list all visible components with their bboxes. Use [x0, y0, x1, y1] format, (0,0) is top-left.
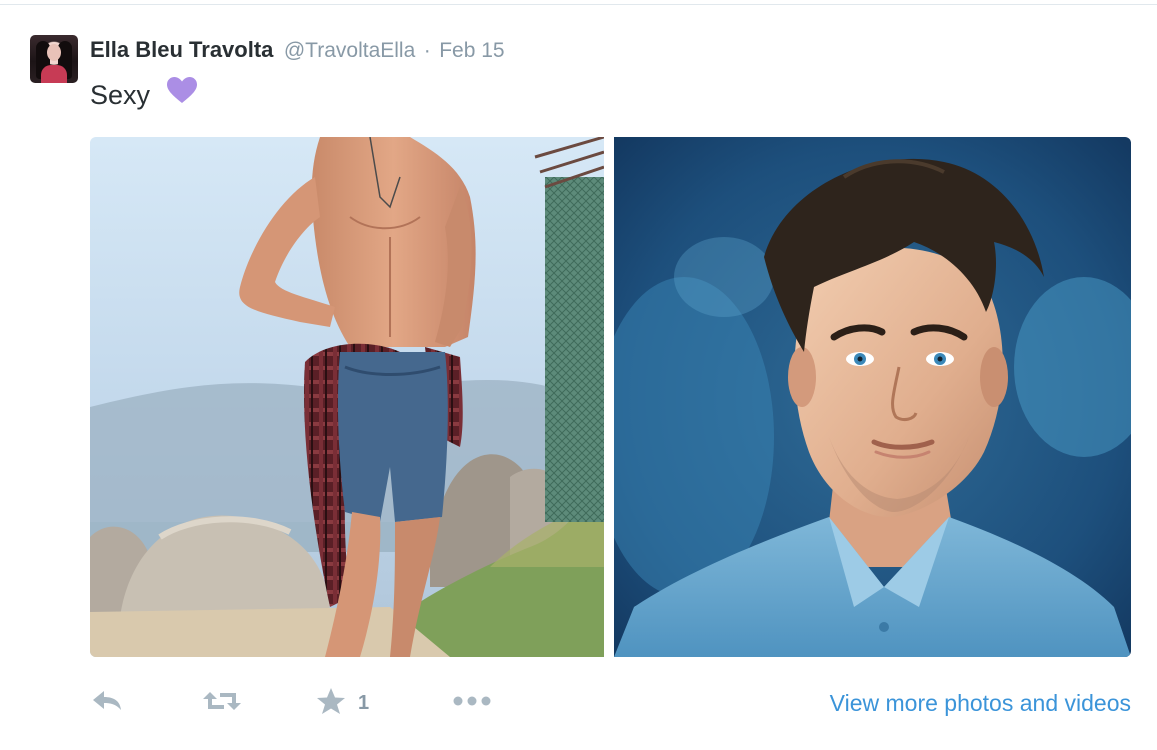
more-button[interactable] — [452, 683, 492, 723]
avatar-body — [41, 65, 67, 83]
view-more-photos-link[interactable]: View more photos and videos — [830, 683, 1131, 723]
tweet-header: Ella Bleu Travolta @TravoltaElla · Feb 1… — [90, 36, 505, 64]
reply-icon — [90, 689, 124, 718]
retweet-icon — [202, 688, 242, 719]
avatar-face — [47, 44, 61, 61]
photo-left[interactable] — [90, 137, 604, 657]
avatar[interactable] — [30, 35, 78, 83]
tweet-timestamp[interactable]: Feb 15 — [439, 39, 504, 62]
reply-button[interactable] — [90, 683, 124, 723]
retweet-button[interactable] — [202, 683, 242, 723]
tweet-text: Sexy — [90, 76, 198, 112]
more-dots-icon — [452, 694, 492, 712]
tweet-actions: 1 View more photos and videos — [90, 683, 1131, 723]
tweet-text-content: Sexy — [90, 80, 151, 110]
author-username[interactable]: @TravoltaElla — [284, 39, 415, 62]
photo-right[interactable] — [614, 137, 1131, 657]
tweet: Ella Bleu Travolta @TravoltaElla · Feb 1… — [0, 0, 1157, 750]
purple-heart-icon — [166, 76, 198, 112]
favorite-button[interactable]: 1 — [316, 683, 369, 723]
favorite-count: 1 — [358, 691, 370, 714]
author-fullname[interactable]: Ella Bleu Travolta — [90, 37, 273, 62]
star-icon — [316, 687, 346, 720]
header-separator: · — [423, 39, 431, 62]
